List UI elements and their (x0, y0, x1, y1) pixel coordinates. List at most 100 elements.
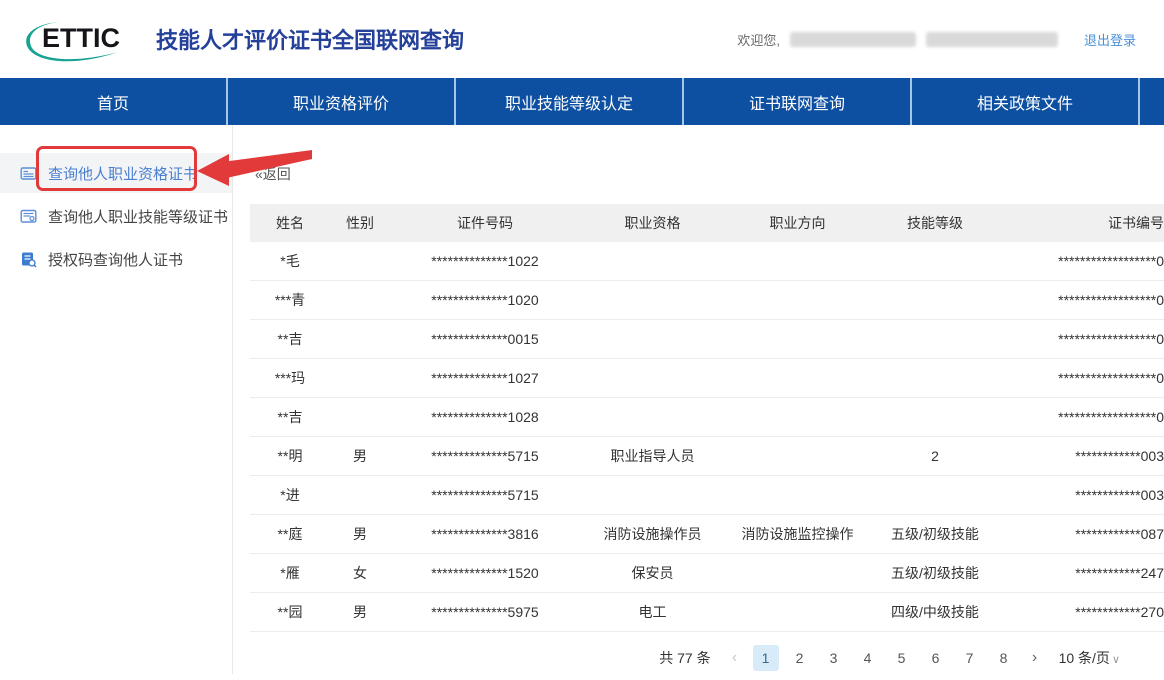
cell-skill-level (870, 476, 1000, 514)
cell-id-number: **************3816 (431, 526, 539, 542)
certificate-badge-icon (20, 209, 37, 223)
pagination-prev-button[interactable]: ‹ (725, 649, 745, 667)
table-row: *雁 女 **************1520 保安员 五级/初级技能 ****… (250, 554, 1164, 593)
cell-id-number: **************5715 (431, 448, 539, 464)
table-body: *毛 **************1022 ******************… (250, 242, 1164, 632)
pagination-pages: 12345678 (752, 645, 1017, 671)
cell-qualification: 保安员 (631, 565, 674, 581)
pagination-page-button[interactable]: 5 (889, 645, 915, 671)
sidebar-item-query-qualification-cert[interactable]: 查询他人职业资格证书 (0, 153, 232, 193)
nav-item-skill-level[interactable]: 职业技能等级认定 (456, 78, 684, 125)
sidebar-item-label: 查询他人职业技能等级证书 (48, 208, 229, 226)
sidebar-item-label: 授权码查询他人证书 (48, 251, 184, 269)
cell-gender (330, 320, 390, 358)
cell-name: *进 (280, 487, 300, 503)
table-row: **庭 男 **************3816 消防设施操作员 消防设施监控操… (250, 515, 1164, 554)
pagination-page-button[interactable]: 7 (957, 645, 983, 671)
cell-gender: 女 (353, 565, 367, 581)
cell-gender: 男 (353, 604, 367, 620)
sidebar-item-query-skill-level-cert[interactable]: 查询他人职业技能等级证书 (0, 196, 232, 236)
pagination-page-button[interactable]: 8 (991, 645, 1017, 671)
cell-qualification (580, 320, 725, 358)
cell-qualification: 职业指导人员 (610, 448, 695, 464)
cell-cert-number: ******************0 (1058, 370, 1164, 386)
cell-gender (330, 398, 390, 436)
pagination-next-button[interactable]: › (1025, 649, 1045, 667)
header-user-area: 欢迎您, 退出登录 (737, 30, 1136, 49)
cell-skill-level (870, 242, 1000, 280)
cell-cert-number: ************247 (1075, 565, 1164, 581)
certificate-card-icon (20, 166, 37, 180)
cell-gender: 男 (353, 448, 367, 464)
cell-skill-level (870, 398, 1000, 436)
col-header-cert-number: 证书编号 (1108, 215, 1164, 231)
cell-name: *毛 (280, 253, 300, 269)
table-row: **吉 **************1028 *****************… (250, 398, 1164, 437)
pagination-page-button[interactable]: 2 (787, 645, 813, 671)
table-row: **明 男 **************5715 职业指导人员 2 ******… (250, 437, 1164, 476)
cell-gender (330, 359, 390, 397)
cell-direction (725, 398, 870, 436)
cell-direction (725, 242, 870, 280)
nav-item-cert-query[interactable]: 证书联网查询 (684, 78, 912, 125)
cell-name: **园 (277, 604, 303, 620)
nav-item-qualification[interactable]: 职业资格评价 (228, 78, 456, 125)
welcome-label: 欢迎您, (737, 32, 780, 48)
cell-qualification: 电工 (638, 604, 667, 620)
user-org-redacted (925, 31, 1058, 47)
cell-name: ***青 (274, 292, 306, 308)
col-header-skill-level: 技能等级 (907, 215, 963, 231)
cell-cert-number: ************270 (1075, 604, 1164, 620)
cell-gender (330, 242, 390, 280)
nav-item-partial (1140, 78, 1164, 125)
table-header-row: 姓名 性别 证件号码 职业资格 职业方向 技能等级 证书编号 (250, 204, 1164, 242)
col-header-direction: 职业方向 (769, 215, 826, 231)
cell-direction (725, 359, 870, 397)
cell-skill-level: 四级/中级技能 (891, 604, 979, 620)
cell-cert-number: ******************0 (1058, 409, 1164, 425)
cell-qualification (580, 242, 725, 280)
cell-cert-number: ******************0 (1058, 253, 1164, 269)
cell-id-number: **************1020 (431, 292, 539, 308)
pagination: 共 77 条 ‹ 12345678 › 10 条/页 ∨ (659, 645, 1120, 671)
back-link[interactable]: «返回 (255, 164, 291, 184)
cell-qualification: 消防设施操作员 (603, 526, 702, 542)
cell-id-number: **************0015 (431, 331, 539, 347)
col-header-id-number: 证件号码 (457, 215, 513, 231)
cell-name: **庭 (277, 526, 303, 542)
cell-id-number: **************1022 (431, 253, 539, 269)
pagination-total: 共 77 条 (659, 650, 711, 666)
pagination-page-button[interactable]: 4 (855, 645, 881, 671)
nav-item-policy[interactable]: 相关政策文件 (912, 78, 1140, 125)
main-nav: 首页 职业资格评价 职业技能等级认定 证书联网查询 相关政策文件 (0, 78, 1164, 125)
col-header-name: 姓名 (276, 215, 304, 231)
cell-skill-level: 五级/初级技能 (891, 526, 979, 542)
cell-name: *雁 (280, 565, 300, 581)
document-search-icon (22, 252, 37, 268)
logout-link[interactable]: 退出登录 (1084, 30, 1136, 49)
cell-id-number: **************1027 (431, 370, 539, 386)
cell-direction (725, 593, 870, 631)
sidebar-item-label: 查询他人职业资格证书 (48, 165, 199, 183)
cell-direction (725, 281, 870, 319)
table-row: ***玛 **************1027 ****************… (250, 359, 1164, 398)
cell-name: **明 (277, 448, 303, 464)
nav-item-home[interactable]: 首页 (0, 78, 228, 125)
cell-cert-number: ******************0 (1058, 331, 1164, 347)
sidebar: 查询他人职业资格证书 查询他人职业技能等级证书 授权码查询他人证书 (0, 125, 233, 674)
pagination-page-button[interactable]: 6 (923, 645, 949, 671)
cell-id-number: **************5975 (431, 604, 539, 620)
pagination-page-button[interactable]: 3 (821, 645, 847, 671)
pagination-page-button[interactable]: 1 (752, 645, 779, 671)
logo-text: ETTIC (42, 23, 120, 53)
cell-direction: 消防设施监控操作 (741, 526, 854, 542)
cell-skill-level (870, 320, 1000, 358)
user-name-redacted (789, 31, 916, 47)
cell-cert-number: ******************0 (1058, 292, 1164, 308)
cell-id-number: **************5715 (431, 487, 539, 503)
page-size-select[interactable]: 10 条/页 ∨ (1059, 648, 1120, 668)
cell-id-number: **************1028 (431, 409, 539, 425)
sidebar-item-auth-code-query[interactable]: 授权码查询他人证书 (0, 239, 232, 279)
cell-cert-number: ************003 (1075, 487, 1164, 503)
cell-direction (725, 437, 870, 475)
